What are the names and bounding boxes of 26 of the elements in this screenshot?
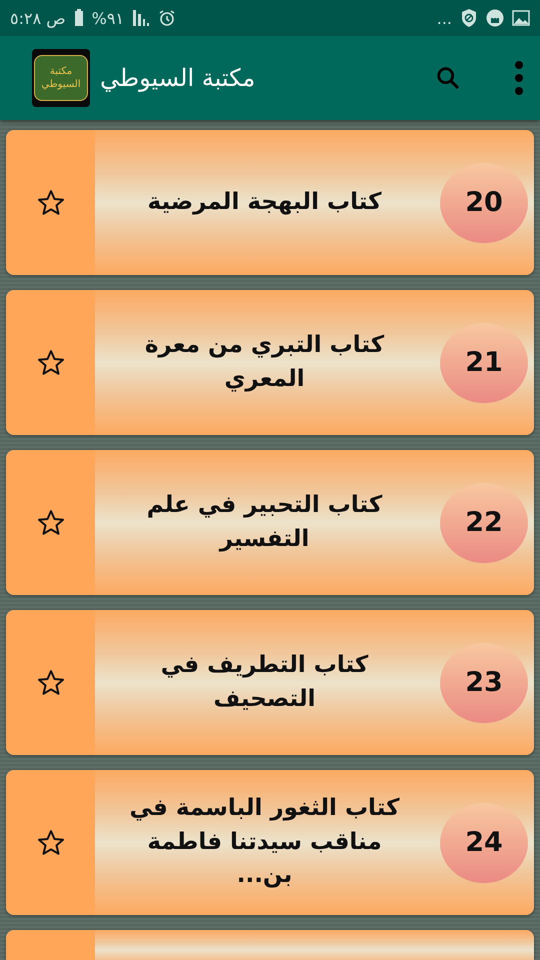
book-title: كتاب التبري من معرة المعري: [144, 331, 386, 394]
book-number: 24: [440, 802, 528, 882]
menu-icon[interactable]: [514, 60, 524, 96]
star-icon[interactable]: [36, 508, 66, 538]
app-logo: مكتبة السيوطي: [32, 49, 90, 107]
more-notifications: ...: [436, 8, 452, 28]
star-icon[interactable]: [36, 188, 66, 218]
battery-icon: [74, 9, 84, 27]
book-title: كتاب التحبير في علم التفسير: [146, 491, 384, 554]
alarm-icon: [158, 9, 176, 27]
star-icon[interactable]: [36, 348, 66, 378]
book-title: كتاب التطريف في التصحيف: [160, 651, 370, 714]
book-number: 22: [440, 482, 528, 562]
book-number: 23: [440, 642, 528, 722]
book-title: كتاب الثغور الباسمة في مناقب سيدتنا فاطمة بن...: [128, 794, 400, 890]
shield-icon: [460, 8, 478, 28]
star-icon[interactable]: [36, 668, 66, 698]
app-title: مكتبة السيوطي: [100, 64, 256, 92]
star-icon[interactable]: [36, 828, 66, 858]
signal-icon: [132, 9, 150, 27]
book-title: كتاب البهجة المرضية: [148, 188, 382, 217]
image-icon: [512, 10, 530, 26]
status-time: ص ٥:٢٨: [10, 8, 66, 28]
battery-level: %٩١: [92, 8, 124, 28]
book-number: 20: [440, 162, 528, 242]
book-number: 21: [440, 322, 528, 402]
